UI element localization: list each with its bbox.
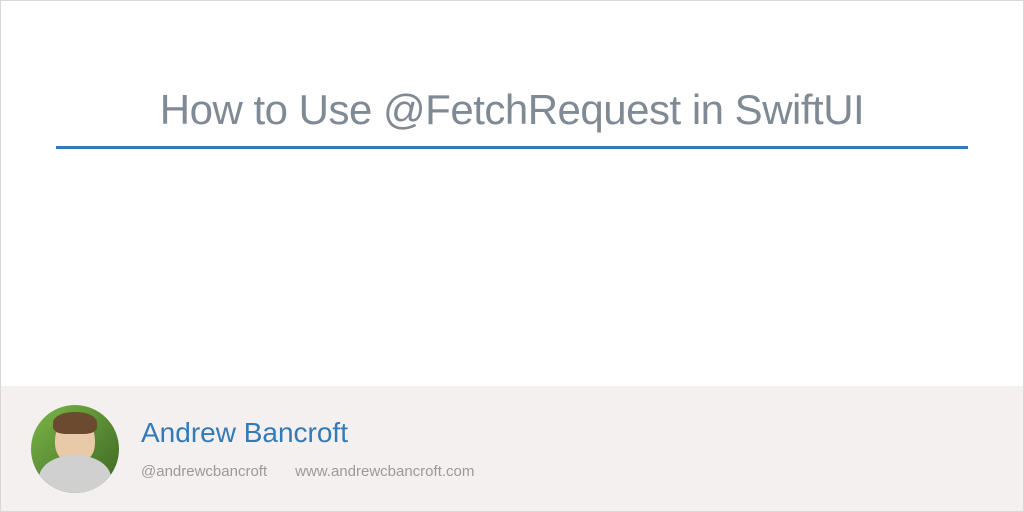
page-title: How to Use @FetchRequest in SwiftUI bbox=[56, 86, 968, 149]
main-content: How to Use @FetchRequest in SwiftUI bbox=[1, 1, 1023, 149]
author-info: Andrew Bancroft @andrewcbancroft www.and… bbox=[141, 417, 474, 480]
author-name: Andrew Bancroft bbox=[141, 417, 474, 449]
author-avatar bbox=[31, 405, 119, 493]
author-website: www.andrewcbancroft.com bbox=[295, 463, 474, 480]
author-handle: @andrewcbancroft bbox=[141, 463, 267, 480]
author-meta: @andrewcbancroft www.andrewcbancroft.com bbox=[141, 463, 474, 480]
author-footer: Andrew Bancroft @andrewcbancroft www.and… bbox=[1, 386, 1023, 511]
